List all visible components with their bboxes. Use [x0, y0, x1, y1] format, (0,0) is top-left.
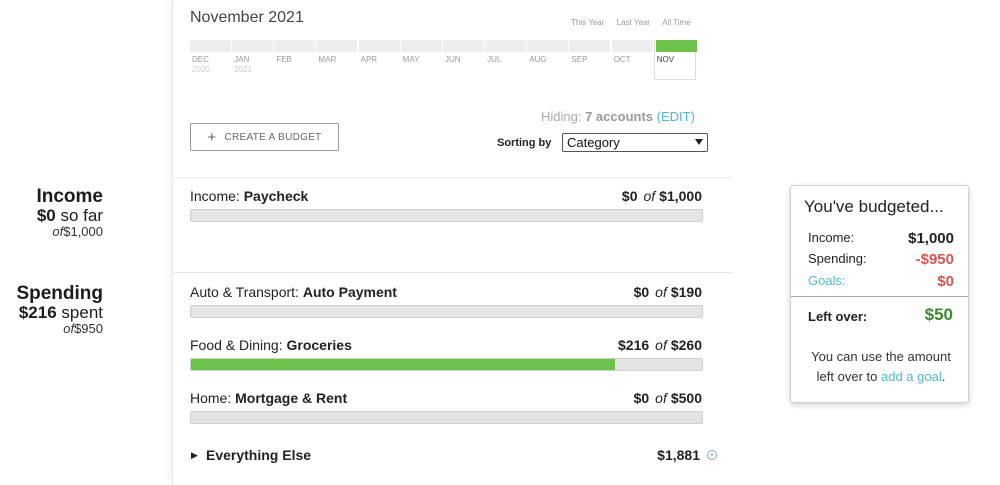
income-summary-amount: $0 so far: [36, 206, 103, 225]
month-label: NOV: [656, 55, 675, 64]
month-tab-nov[interactable]: NOV: [653, 40, 697, 80]
month-tab-sep[interactable]: SEP: [569, 40, 611, 80]
month-label: JAN: [234, 55, 250, 64]
month-bar: [527, 40, 569, 52]
month-label: DEC: [192, 55, 209, 64]
month-tab-feb[interactable]: FEB: [274, 40, 316, 80]
month-bar: [316, 40, 358, 52]
month-bar: [611, 40, 653, 52]
expand-triangle-icon[interactable]: ▶: [191, 450, 198, 461]
month-bar: [569, 40, 611, 52]
month-bar: [232, 40, 274, 52]
month-tab-aug[interactable]: AUG: [527, 40, 569, 80]
month-tab-mar[interactable]: MAR: [316, 40, 358, 80]
income-summary: Income $0 so far of$1,000: [0, 187, 103, 239]
range-last-year[interactable]: Last Year: [617, 18, 650, 27]
income-summary-of: of$1,000: [52, 224, 103, 239]
month-label: JUN: [444, 55, 461, 64]
goals-link[interactable]: Goals:: [808, 273, 846, 288]
hiding-accounts: Hiding: 7 accounts (EDIT): [541, 109, 695, 124]
month-bar: [190, 40, 231, 52]
month-selector: DEC 2020 JAN 2021 FEB MAR APR MAY JUN JUL AUG SEP OC…: [190, 40, 697, 80]
month-tab-may[interactable]: MAY: [400, 40, 443, 80]
month-label: SEP: [571, 55, 588, 64]
plus-icon: +: [207, 128, 217, 146]
progress-bar: [190, 209, 703, 222]
month-year: 2021: [234, 65, 252, 74]
month-label: APR: [360, 55, 378, 64]
leftover-value: $50: [924, 305, 953, 324]
create-budget-button[interactable]: + CREATE A BUDGET: [190, 123, 339, 151]
month-label: AUG: [529, 55, 547, 64]
month-bar: [485, 40, 527, 52]
range-all-time[interactable]: All Time: [662, 18, 690, 27]
month-tab-jul[interactable]: JUL: [485, 40, 527, 80]
add-goal-link[interactable]: add a goal: [881, 369, 942, 384]
month-tab-jun[interactable]: JUN: [442, 40, 485, 80]
budgets-page: Income $0 so far of$1,000 Spending $216 …: [0, 0, 1000, 485]
edit-hidden-link[interactable]: (EDIT): [657, 109, 695, 124]
progress-bar: [190, 411, 703, 424]
month-tab-apr[interactable]: APR: [358, 40, 401, 80]
income-summary-title: Income: [36, 186, 103, 207]
page-title: November 2021: [190, 9, 304, 26]
month-bar: [358, 40, 400, 52]
month-label: MAR: [318, 55, 337, 64]
progress-bar: [190, 305, 703, 318]
progress-fill: [191, 359, 616, 370]
month-year: 2020: [192, 65, 210, 74]
month-label: JUL: [487, 55, 502, 64]
month-tab-oct[interactable]: OCT: [611, 40, 654, 80]
info-icon[interactable]: +: [707, 450, 717, 460]
spending-summary-of: of$950: [63, 321, 103, 336]
month-label: FEB: [276, 55, 292, 64]
leftover-label: Left over:: [808, 309, 868, 324]
month-bar: [442, 40, 484, 52]
month-bar: [274, 40, 316, 52]
progress-bar: [190, 358, 703, 371]
month-bar: [655, 40, 697, 52]
sorting-label: Sorting by: [497, 137, 552, 149]
budget-summary-card: You've budgeted... Income: $1,000 Spendin…: [790, 185, 969, 403]
range-this-year[interactable]: This Year: [571, 18, 604, 27]
month-tab-dec[interactable]: DEC 2020: [190, 40, 232, 80]
divider: [173, 177, 733, 178]
spending-summary: Spending $216 spent of$950: [0, 284, 103, 336]
spending-summary-title: Spending: [16, 283, 103, 304]
spending-summary-amount: $216 spent: [18, 303, 103, 322]
divider: [791, 296, 968, 297]
month-label: MAY: [402, 55, 420, 64]
month-bar: [400, 40, 442, 52]
budget-main-panel: November 2021 This Year Last Year All Ti…: [172, 0, 733, 485]
month-label: OCT: [613, 55, 631, 64]
range-links: This Year Last Year All Time: [571, 18, 691, 27]
divider: [173, 272, 733, 273]
card-note: You can use the amount left over to add …: [811, 349, 951, 384]
sorting-select[interactable]: Category: [562, 133, 708, 152]
month-tab-jan[interactable]: JAN 2021: [232, 40, 274, 80]
card-title: You've budgeted...: [804, 197, 944, 216]
chevron-down-icon: [695, 139, 703, 145]
